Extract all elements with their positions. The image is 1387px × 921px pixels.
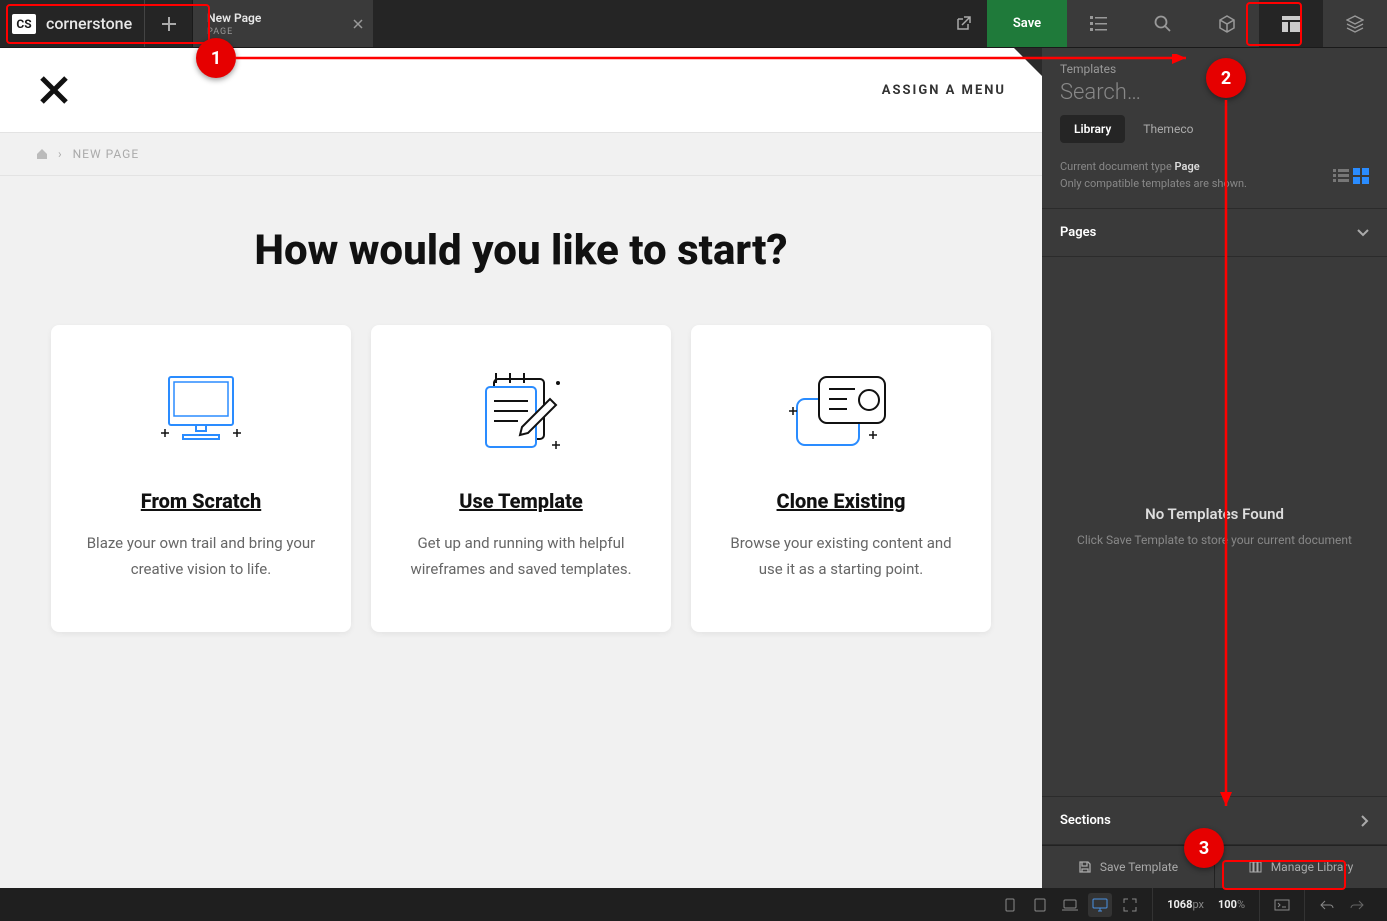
search-icon — [1154, 15, 1172, 33]
elements-panel-button[interactable] — [1195, 0, 1259, 47]
laptop-icon — [1062, 899, 1078, 911]
template-icon — [1281, 15, 1301, 33]
monitor-icon — [81, 365, 321, 465]
sidebar-tabs: Library Themeco — [1042, 115, 1387, 143]
corner-fold-icon[interactable] — [1014, 48, 1042, 76]
external-link-icon — [954, 15, 972, 33]
close-tab-button[interactable] — [353, 19, 363, 29]
assign-menu-link[interactable]: ASSIGN A MENU — [882, 83, 1006, 98]
outline-panel-button[interactable] — [1067, 0, 1131, 47]
card-title: From Scratch — [81, 489, 321, 513]
save-button[interactable]: Save — [987, 0, 1067, 47]
notepad-icon — [401, 365, 641, 465]
tab-title: New Page — [207, 11, 359, 25]
tab-subtitle: PAGE — [207, 27, 359, 37]
x-logo-icon — [39, 75, 69, 105]
card-desc: Get up and running with helpful wirefram… — [401, 531, 641, 582]
sidebar-info: Current document type Page Only compatib… — [1060, 159, 1247, 192]
templates-panel-button[interactable] — [1259, 0, 1323, 47]
sidebar-footer: Save Template Manage Library — [1042, 845, 1387, 888]
brand-name: cornerstone — [46, 14, 132, 33]
console-button[interactable] — [1270, 893, 1294, 917]
search-panel-button[interactable] — [1131, 0, 1195, 47]
empty-desc: Click Save Template to store your curren… — [1077, 531, 1352, 549]
sidebar-heading: Templates — [1042, 48, 1387, 80]
tab-library[interactable]: Library — [1060, 115, 1125, 143]
list-view-button[interactable] — [1333, 168, 1349, 184]
section-label: Pages — [1060, 225, 1096, 240]
start-options: From Scratch Blaze your own trail and br… — [40, 325, 1002, 632]
brand-badge: CS — [12, 14, 36, 34]
home-icon[interactable] — [36, 148, 48, 160]
save-template-button[interactable]: Save Template — [1042, 846, 1215, 888]
cube-icon — [1218, 15, 1236, 33]
grid-view-button[interactable] — [1353, 168, 1369, 184]
canvas-width-value[interactable]: 1068px — [1163, 898, 1208, 911]
viewport-mobile-button[interactable] — [998, 893, 1022, 917]
bottom-bar: 1068px 100% — [0, 888, 1387, 921]
redo-button[interactable] — [1345, 893, 1369, 917]
canvas-zoom-value[interactable]: 100% — [1214, 898, 1249, 911]
external-link-button[interactable] — [939, 0, 987, 47]
viewport-desktop-button[interactable] — [1088, 893, 1112, 917]
site-header: ASSIGN A MENU — [0, 48, 1042, 132]
section-label: Sections — [1060, 813, 1111, 828]
chevron-right-icon: › — [58, 147, 63, 161]
save-icon — [1078, 860, 1092, 874]
chevron-down-icon — [1357, 229, 1369, 237]
card-from-scratch[interactable]: From Scratch Blaze your own trail and br… — [51, 325, 351, 632]
card-title: Clone Existing — [721, 489, 961, 513]
card-clone-existing[interactable]: Clone Existing Browse your existing cont… — [691, 325, 991, 632]
card-use-template[interactable]: Use Template Get up and running with hel… — [371, 325, 671, 632]
grid-view-icon — [1353, 168, 1369, 184]
breadcrumb-current: NEW PAGE — [73, 147, 140, 161]
terminal-icon — [1274, 899, 1290, 911]
save-template-label: Save Template — [1100, 860, 1178, 874]
plus-icon — [161, 16, 177, 32]
viewport-laptop-button[interactable] — [1058, 893, 1082, 917]
layers-icon — [1346, 15, 1364, 33]
brand[interactable]: CS cornerstone — [0, 0, 145, 47]
viewport-tablet-button[interactable] — [1028, 893, 1052, 917]
hero-title: How would you like to start? — [40, 226, 1002, 275]
library-icon — [1249, 860, 1263, 874]
expand-icon — [1123, 898, 1137, 912]
mobile-icon — [1005, 898, 1015, 912]
clone-icon — [721, 365, 961, 465]
top-bar: CS cornerstone New Page PAGE Save — [0, 0, 1387, 48]
list-view-icon — [1333, 168, 1349, 184]
document-tab[interactable]: New Page PAGE — [193, 0, 373, 47]
breadcrumb: › NEW PAGE — [0, 132, 1042, 176]
card-title: Use Template — [401, 489, 641, 513]
undo-icon — [1320, 899, 1334, 911]
templates-sidebar: Templates Library Themeco Current docume… — [1042, 48, 1387, 888]
redo-icon — [1350, 899, 1364, 911]
section-pages[interactable]: Pages — [1042, 208, 1387, 257]
tablet-icon — [1034, 898, 1046, 912]
canvas: ASSIGN A MENU › NEW PAGE How would you l… — [0, 48, 1042, 888]
section-sections[interactable]: Sections — [1042, 796, 1387, 845]
site-logo[interactable] — [36, 72, 72, 108]
desktop-icon — [1092, 898, 1108, 912]
undo-button[interactable] — [1315, 893, 1339, 917]
manage-library-button[interactable]: Manage Library — [1215, 846, 1387, 888]
empty-state: No Templates Found Click Save Template t… — [1042, 257, 1387, 796]
manage-library-label: Manage Library — [1271, 860, 1354, 874]
chevron-right-icon — [1361, 815, 1369, 827]
close-icon — [353, 19, 363, 29]
viewport-full-button[interactable] — [1118, 893, 1142, 917]
list-icon — [1089, 15, 1109, 33]
template-search-input[interactable] — [1060, 80, 1369, 105]
card-desc: Browse your existing content and use it … — [721, 531, 961, 582]
new-tab-button[interactable] — [145, 0, 193, 47]
right-tool-tabs — [1067, 0, 1387, 47]
save-label: Save — [1013, 16, 1041, 31]
empty-title: No Templates Found — [1145, 505, 1284, 523]
layers-panel-button[interactable] — [1323, 0, 1387, 47]
tab-themeco[interactable]: Themeco — [1129, 115, 1207, 143]
card-desc: Blaze your own trail and bring your crea… — [81, 531, 321, 582]
